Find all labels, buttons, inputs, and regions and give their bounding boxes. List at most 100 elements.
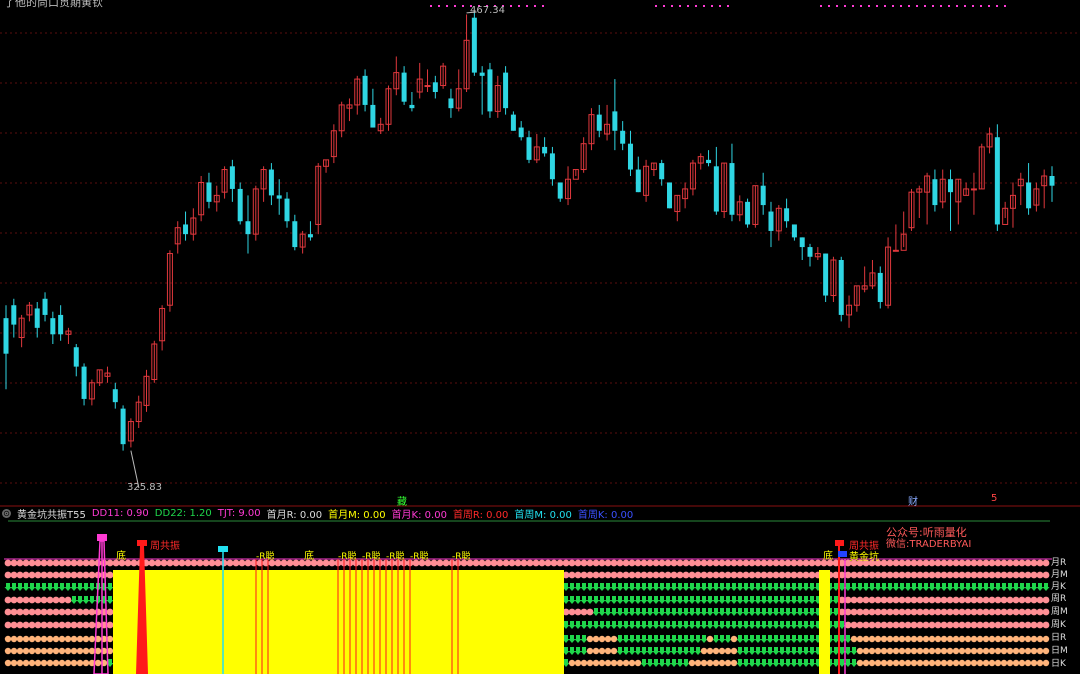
top-marker-dot — [972, 5, 974, 7]
info-name: 黄金坑共振T55 — [17, 509, 86, 521]
candle-body — [745, 201, 751, 225]
pink-dot — [82, 571, 90, 579]
pink-dot — [568, 559, 576, 567]
collapse-icon[interactable]: ⊙ — [2, 508, 11, 518]
pink-dot — [676, 559, 684, 567]
pink-dot — [520, 559, 528, 567]
orange-dot — [910, 659, 918, 667]
green-arrow — [778, 635, 786, 643]
pink-dot — [778, 571, 786, 579]
green-arrow — [22, 583, 30, 591]
orange-dot — [730, 659, 738, 667]
pink-dot — [598, 559, 606, 567]
pink-dot — [22, 559, 30, 567]
pink-dot — [1030, 559, 1038, 567]
pink-dot — [1042, 596, 1050, 604]
green-arrow — [670, 647, 678, 655]
pink-dot — [82, 559, 90, 567]
pink-dot — [952, 608, 960, 616]
green-arrow — [694, 583, 702, 591]
green-arrow — [652, 621, 660, 629]
green-arrow — [790, 621, 798, 629]
pink-dot — [994, 596, 1002, 604]
top-marker-dot — [932, 5, 934, 7]
green-arrow — [712, 583, 720, 591]
pink-dot — [52, 571, 60, 579]
pink-dot — [694, 559, 702, 567]
pink-dot — [874, 621, 882, 629]
pink-dot — [1018, 608, 1026, 616]
orange-dot — [994, 647, 1002, 655]
candle-body — [768, 211, 774, 231]
pink-dot — [994, 621, 1002, 629]
green-arrow — [658, 647, 666, 655]
green-arrow — [760, 635, 768, 643]
green-arrow — [790, 647, 798, 655]
pink-dot — [760, 559, 768, 567]
top-marker-dot — [900, 5, 902, 7]
pink-dot — [166, 559, 174, 567]
green-arrow — [682, 659, 690, 667]
pink-dot — [1012, 559, 1020, 567]
green-arrow — [610, 583, 618, 591]
orange-dot — [1042, 635, 1050, 643]
orange-dot — [958, 647, 966, 655]
pink-dot — [688, 571, 696, 579]
candle-body — [112, 389, 118, 403]
pink-dot — [16, 621, 24, 629]
green-arrow — [778, 608, 786, 616]
orange-dot — [598, 635, 606, 643]
green-arrow — [670, 621, 678, 629]
pink-dot — [892, 571, 900, 579]
orange-dot — [700, 647, 708, 655]
green-arrow — [658, 608, 666, 616]
green-arrow — [586, 596, 594, 604]
orange-dot — [574, 659, 582, 667]
pink-dot — [1006, 621, 1014, 629]
marker-zang[interactable]: 藏 — [397, 493, 407, 508]
green-arrow — [946, 583, 954, 591]
pink-dot — [724, 559, 732, 567]
pink-dot — [202, 559, 210, 567]
green-arrow — [784, 621, 792, 629]
green-arrow — [784, 583, 792, 591]
green-arrow — [802, 596, 810, 604]
pink-dot — [1024, 559, 1032, 567]
green-arrow — [778, 621, 786, 629]
window-title: 了他的尚口贯期黄钦 — [4, 0, 103, 9]
green-arrow — [628, 583, 636, 591]
orange-dot — [40, 647, 48, 655]
green-arrow — [682, 608, 690, 616]
pink-dot — [22, 608, 30, 616]
pink-dot — [682, 571, 690, 579]
green-arrow — [82, 596, 90, 604]
pink-dot — [916, 596, 924, 604]
pink-dot — [574, 571, 582, 579]
pink-dot — [964, 571, 972, 579]
pink-dot — [58, 596, 66, 604]
pink-dot — [982, 596, 990, 604]
row-label-day-m: 日M — [1051, 646, 1068, 656]
marker-cai[interactable]: 财 — [908, 493, 918, 508]
green-arrow — [574, 635, 582, 643]
pink-dot — [22, 571, 30, 579]
orange-dot — [946, 635, 954, 643]
orange-dot — [610, 635, 618, 643]
orange-dot — [82, 659, 90, 667]
candle-body — [487, 69, 493, 112]
green-arrow — [652, 635, 660, 643]
orange-dot — [46, 635, 54, 643]
candle-body — [557, 182, 563, 199]
green-arrow — [742, 596, 750, 604]
pink-dot — [598, 571, 606, 579]
pink-dot — [526, 559, 534, 567]
green-arrow — [784, 659, 792, 667]
pink-dot — [982, 571, 990, 579]
orange-dot — [1030, 647, 1038, 655]
green-arrow — [688, 596, 696, 604]
green-arrow — [718, 621, 726, 629]
orange-dot — [598, 659, 606, 667]
marker-five[interactable]: 5 — [991, 493, 997, 504]
pink-dot — [196, 559, 204, 567]
pink-dot — [970, 596, 978, 604]
